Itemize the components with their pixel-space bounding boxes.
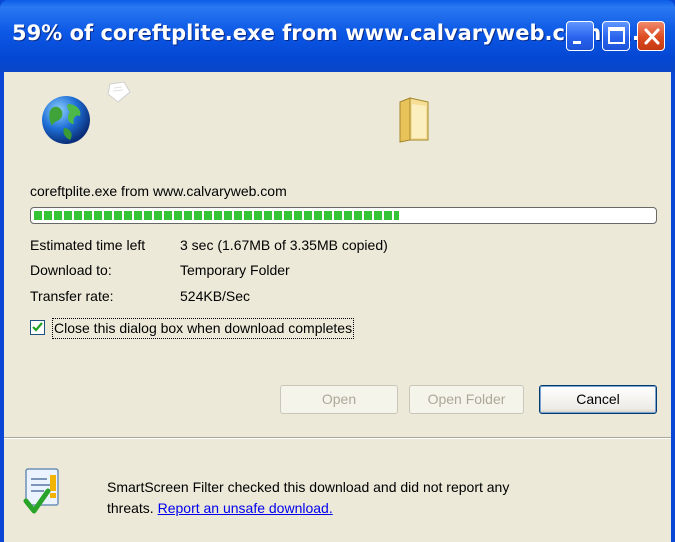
download-to-value: Temporary Folder bbox=[180, 262, 290, 278]
minimize-button[interactable] bbox=[566, 21, 594, 51]
estimated-time-value: 3 sec (1.67MB of 3.35MB copied) bbox=[180, 237, 388, 253]
separator bbox=[4, 437, 671, 439]
folder-icon bbox=[399, 97, 429, 143]
maximize-button[interactable] bbox=[602, 21, 630, 51]
download-dialog: 59% of coreftplite.exe from www.calvaryw… bbox=[0, 0, 675, 542]
download-to-label: Download to: bbox=[30, 262, 112, 278]
window-title: 59% of coreftplite.exe from www.calvaryw… bbox=[12, 21, 648, 45]
smartscreen-message: SmartScreen Filter checked this download… bbox=[107, 477, 509, 519]
estimated-time-label: Estimated time left bbox=[30, 237, 146, 253]
close-when-done-label[interactable]: Close this dialog box when download comp… bbox=[52, 318, 355, 339]
title-bar[interactable]: 59% of coreftplite.exe from www.calvaryw… bbox=[0, 0, 675, 72]
transfer-rate-value: 524KB/Sec bbox=[180, 288, 251, 304]
smartscreen-message-line1: SmartScreen Filter checked this download… bbox=[107, 479, 510, 495]
download-progress-bar bbox=[30, 207, 657, 224]
smartscreen-icon bbox=[23, 468, 59, 514]
globe-icon bbox=[42, 96, 90, 144]
close-when-done-checkbox[interactable] bbox=[30, 320, 45, 335]
smartscreen-message-line2: threats. bbox=[107, 500, 154, 516]
checkmark-icon bbox=[32, 322, 43, 332]
dialog-body bbox=[4, 72, 671, 542]
close-button[interactable] bbox=[637, 21, 665, 51]
report-unsafe-download-link[interactable]: Report an unsafe download. bbox=[158, 500, 333, 516]
document-icon bbox=[107, 81, 131, 103]
open-folder-button[interactable]: Open Folder bbox=[409, 385, 524, 414]
progress-fill bbox=[34, 211, 399, 220]
download-source: coreftplite.exe from www.calvaryweb.com bbox=[30, 183, 287, 199]
cancel-button[interactable]: Cancel bbox=[539, 385, 657, 414]
open-button[interactable]: Open bbox=[280, 385, 398, 414]
transfer-rate-label: Transfer rate: bbox=[30, 288, 114, 304]
